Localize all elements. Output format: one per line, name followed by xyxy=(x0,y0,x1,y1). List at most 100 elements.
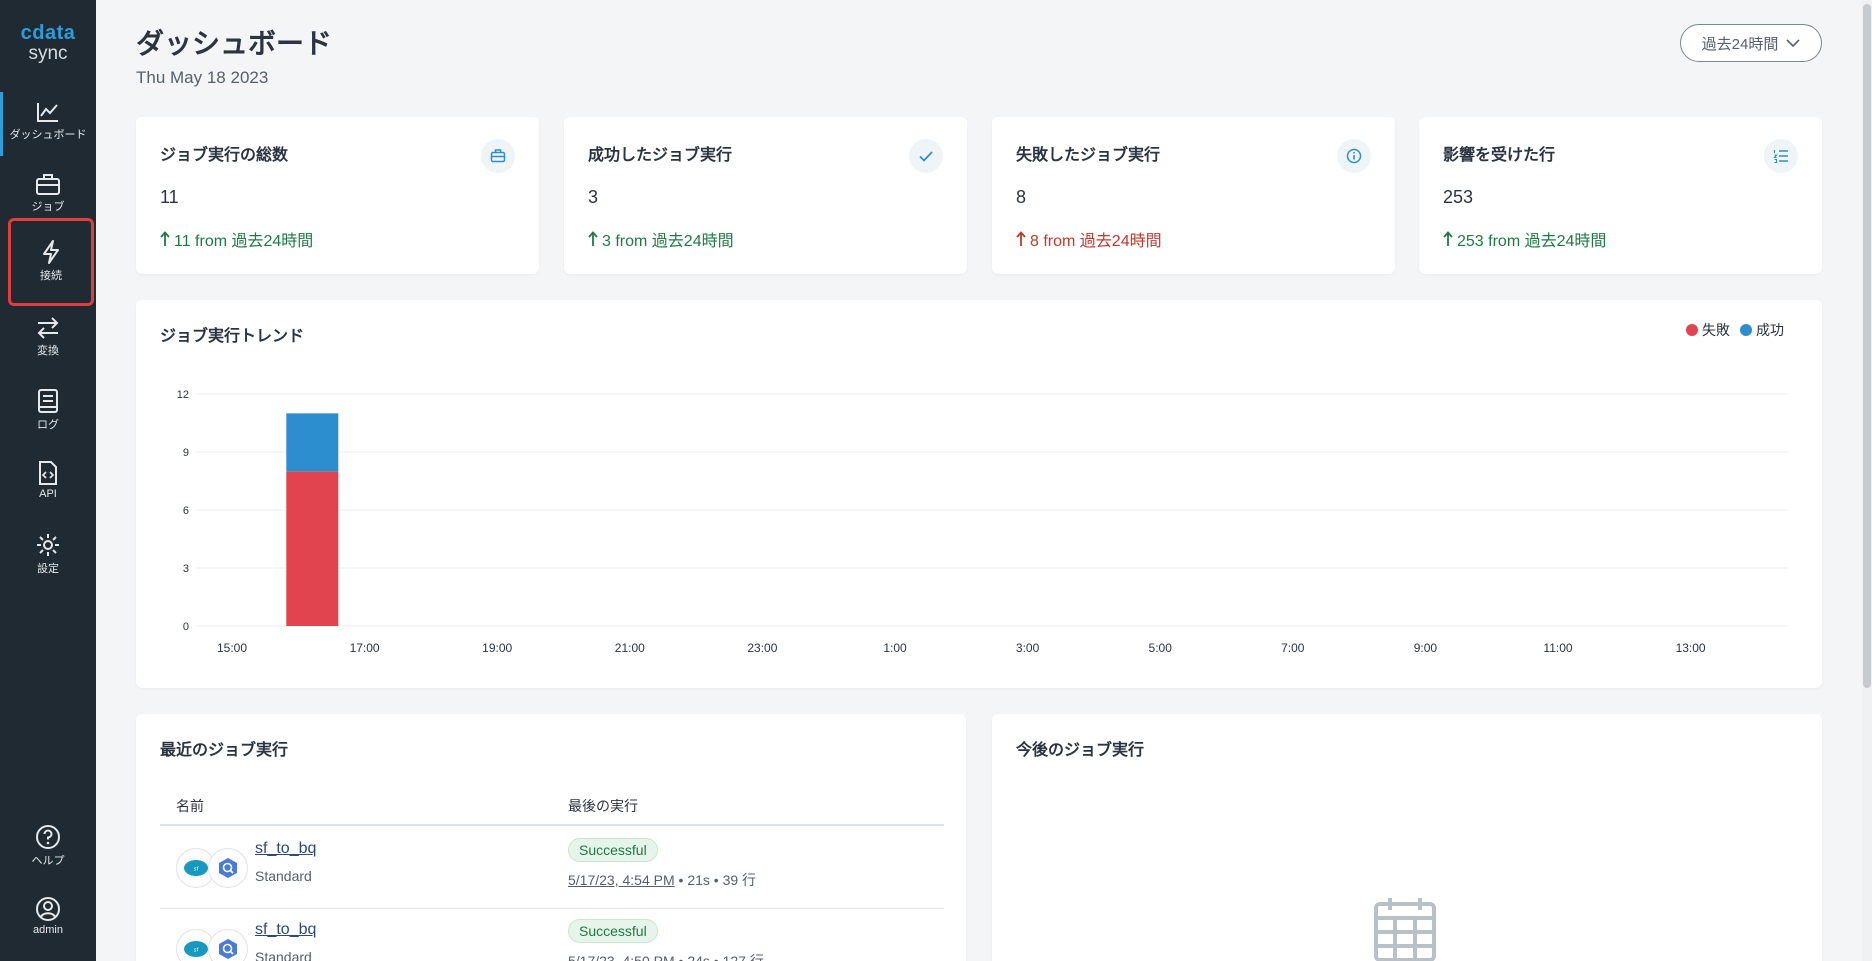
run-details: • 24s • 127 行 xyxy=(674,953,764,961)
lightning-icon xyxy=(43,240,59,264)
stat-card-rows: 影響を受けた行 253 253 from 過去24時間 xyxy=(1419,117,1822,274)
stat-trend-text: 8 from 過去24時間 xyxy=(1030,233,1162,250)
sidebar: cdata sync ダッシュボード ジョブ 接続 変換 ログ API 設定 ヘ… xyxy=(0,0,96,961)
job-name-link[interactable]: sf_to_bq xyxy=(255,840,316,858)
sidebar-item-api[interactable]: API xyxy=(0,454,96,518)
sidebar-item-label: 設定 xyxy=(37,563,59,575)
run-meta: 5/17/23, 4:50 PM • 24s • 127 行 xyxy=(568,951,764,961)
gear-icon xyxy=(37,534,59,556)
stat-trend: 8 from 過去24時間 xyxy=(1016,227,1162,251)
y-tick-label: 3 xyxy=(183,563,189,575)
sidebar-item-label: API xyxy=(39,488,57,500)
page-scrollbar[interactable] xyxy=(1862,0,1872,961)
stat-value: 8 xyxy=(1016,187,1027,207)
column-header-name[interactable]: 名前 xyxy=(176,796,204,816)
help-icon xyxy=(36,825,60,849)
sidebar-item-label: 接続 xyxy=(40,270,62,282)
sidebar-item-admin[interactable]: admin xyxy=(0,890,96,954)
logo-top: cdata xyxy=(20,22,76,44)
x-tick-label: 9:00 xyxy=(1414,641,1438,655)
page-title: ダッシュボード xyxy=(136,28,333,59)
sidebar-item-connections[interactable]: 接続 xyxy=(8,218,94,306)
bigquery-icon xyxy=(208,929,248,961)
x-tick-label: 17:00 xyxy=(350,641,380,655)
x-tick-label: 21:00 xyxy=(615,641,645,655)
run-time-link[interactable]: 5/17/23, 4:54 PM xyxy=(568,872,675,888)
legend-failed[interactable]: 失敗 xyxy=(1686,320,1730,340)
time-range-dropdown[interactable]: 過去24時間 xyxy=(1680,24,1822,62)
table-header: 名前 最後の実行 xyxy=(160,786,944,826)
chevron-down-icon xyxy=(1786,39,1800,48)
stat-trend-text: 253 from 過去24時間 xyxy=(1457,233,1607,250)
calendar-icon xyxy=(1374,898,1436,961)
info-icon xyxy=(1337,139,1371,173)
stat-card-success: 成功したジョブ実行 3 3 from 過去24時間 xyxy=(564,117,967,274)
sidebar-item-label: ジョブ xyxy=(31,201,65,213)
x-tick-label: 13:00 xyxy=(1676,641,1706,655)
user-icon xyxy=(36,897,60,921)
stat-title: 失敗したジョブ実行 xyxy=(1016,147,1161,164)
legend-success[interactable]: 成功 xyxy=(1740,320,1784,340)
run-details: • 21s • 39 行 xyxy=(674,872,757,888)
table-row[interactable]: sf sf_to_bq Standard Successful 5/17/23,… xyxy=(160,909,944,961)
job-type: Standard xyxy=(255,868,312,884)
x-tick-label: 23:00 xyxy=(747,641,777,655)
sidebar-item-settings[interactable]: 設定 xyxy=(0,526,96,590)
list-icon xyxy=(1764,139,1798,173)
legend-label-success: 成功 xyxy=(1756,322,1784,338)
job-trend-chart: 0 3 6 9 12 15:00 17:00 19:00 21:00 23:00 1:00 3:00 5… xyxy=(177,389,1788,655)
x-tick-label: 1:00 xyxy=(883,641,907,655)
chart-title: ジョブ実行トレンド xyxy=(160,328,305,345)
briefcase-icon xyxy=(36,174,60,195)
stat-card-total: ジョブ実行の総数 11 11 from 過去24時間 xyxy=(136,117,539,274)
column-header-last-run[interactable]: 最後の実行 xyxy=(568,796,638,816)
chart-line-icon xyxy=(37,103,58,122)
sidebar-item-help[interactable]: ヘルプ xyxy=(0,818,96,882)
sidebar-item-dashboard[interactable]: ダッシュボード xyxy=(0,92,96,158)
transfer-icon xyxy=(37,317,59,339)
stat-card-failed: 失敗したジョブ実行 8 8 from 過去24時間 xyxy=(992,117,1395,274)
section-title: 最近のジョブ実行 xyxy=(160,742,289,759)
sidebar-item-label: ヘルプ xyxy=(31,855,65,867)
stat-trend-text: 3 from 過去24時間 xyxy=(602,233,734,250)
x-tick-label: 19:00 xyxy=(482,641,512,655)
upcoming-jobs-card: 今後のジョブ実行 xyxy=(992,714,1822,961)
run-meta: 5/17/23, 4:54 PM • 21s • 39 行 xyxy=(568,870,756,890)
job-trend-card: 0 3 6 9 12 15:00 17:00 19:00 21:00 23:00 1:00 3:00 5… xyxy=(136,300,1822,688)
sidebar-item-transform[interactable]: 変換 xyxy=(0,310,96,374)
y-tick-label: 6 xyxy=(183,505,189,517)
x-tick-label: 11:00 xyxy=(1543,641,1572,655)
connector-avatars: sf xyxy=(176,848,250,888)
sidebar-item-label: ログ xyxy=(37,419,59,431)
page-date: Thu May 18 2023 xyxy=(136,68,269,87)
recent-jobs-card: 最近のジョブ実行 名前 最後の実行 sf sf_to_bq Standard S… xyxy=(136,714,966,961)
stat-trend-text: 11 from 過去24時間 xyxy=(174,233,314,250)
run-time-link[interactable]: 5/17/23, 4:50 PM xyxy=(568,953,675,961)
stat-title: 影響を受けた行 xyxy=(1443,147,1556,164)
app-logo[interactable]: cdata sync xyxy=(0,22,96,65)
connector-avatars: sf xyxy=(176,929,250,961)
bar-failed xyxy=(286,471,339,626)
check-icon xyxy=(909,139,943,173)
arrow-up-icon xyxy=(1443,231,1453,246)
sidebar-item-logs[interactable]: ログ xyxy=(0,382,96,446)
job-name-link[interactable]: sf_to_bq xyxy=(255,921,316,939)
legend-dot-failed xyxy=(1686,324,1698,336)
arrow-up-icon xyxy=(588,231,598,246)
log-book-icon xyxy=(38,389,58,413)
scrollbar-thumb[interactable] xyxy=(1863,4,1871,688)
sidebar-item-label: admin xyxy=(33,924,63,936)
x-tick-label: 7:00 xyxy=(1281,641,1305,655)
x-tick-label: 15:00 xyxy=(217,641,247,655)
stat-title: ジョブ実行の総数 xyxy=(160,147,289,164)
stat-value: 253 xyxy=(1443,187,1474,207)
job-type: Standard xyxy=(255,949,312,961)
logo-bottom: sync xyxy=(28,43,68,64)
stat-value: 3 xyxy=(588,187,599,207)
y-tick-label: 0 xyxy=(183,621,189,633)
bigquery-icon xyxy=(208,848,248,888)
bar-success xyxy=(286,413,339,472)
sidebar-item-label: 変換 xyxy=(37,345,59,357)
stat-trend: 3 from 過去24時間 xyxy=(588,227,734,251)
table-row[interactable]: sf sf_to_bq Standard Successful 5/17/23,… xyxy=(160,828,944,909)
